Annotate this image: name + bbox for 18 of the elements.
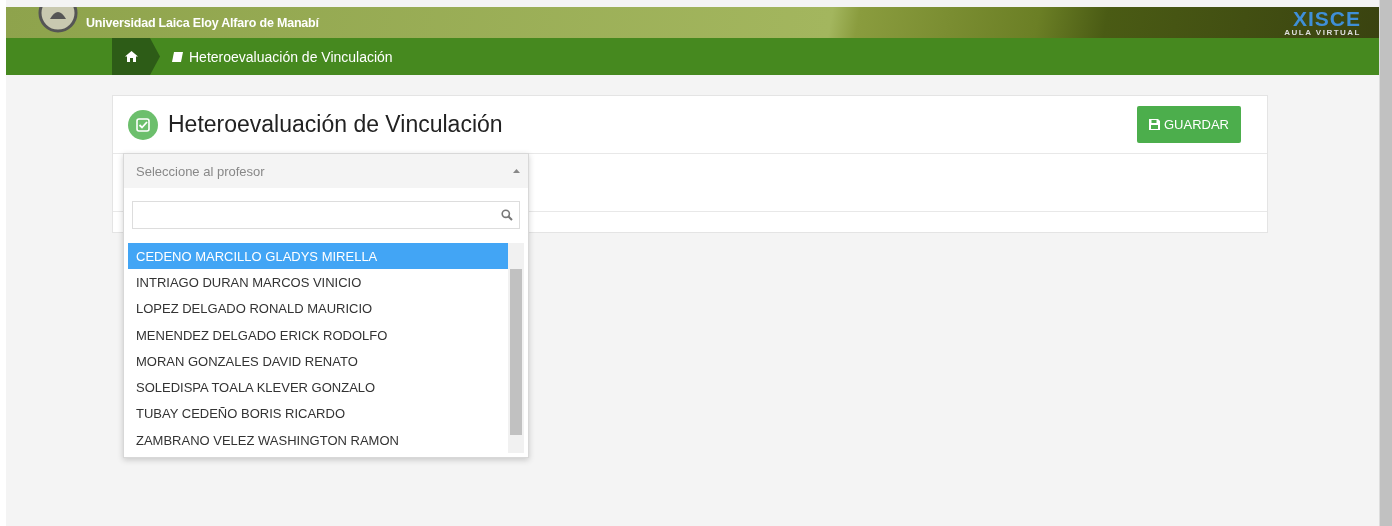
floppy-icon bbox=[1149, 119, 1160, 130]
breadcrumb-arrow-icon bbox=[150, 38, 160, 75]
caret-icon bbox=[513, 169, 520, 173]
option-item[interactable]: MENENDEZ DELGADO ERICK RODOLFO bbox=[128, 321, 508, 349]
page-title: Heteroevaluación de Vinculación bbox=[168, 111, 503, 138]
option-item[interactable]: MORAN GONZALES DAVID RENATO bbox=[128, 348, 508, 375]
search-field[interactable] bbox=[132, 201, 520, 229]
checkbox-icon bbox=[128, 109, 158, 140]
breadcrumb-current: Heteroevaluación de Vinculación bbox=[189, 48, 393, 65]
logo: XISCE AULA VIRTUAL bbox=[1284, 8, 1361, 37]
option-item[interactable]: INTRIAGO DURAN MARCOS VINICIO bbox=[128, 269, 508, 296]
search-icon bbox=[501, 209, 513, 221]
university-name: Universidad Laica Eloy Alfaro de Manabí bbox=[86, 15, 319, 30]
option-item[interactable]: TUBAY CEDEÑO BORIS RICARDO bbox=[128, 400, 508, 428]
option-item[interactable]: LOPEZ DELGADO RONALD MAURICIO bbox=[128, 295, 508, 322]
option-item[interactable]: SOLEDISPA TOALA KLEVER GONZALO bbox=[128, 374, 508, 401]
home-icon bbox=[124, 51, 138, 62]
option-item[interactable]: ZAMBRANO VELEZ WASHINGTON RAMON bbox=[128, 427, 508, 454]
